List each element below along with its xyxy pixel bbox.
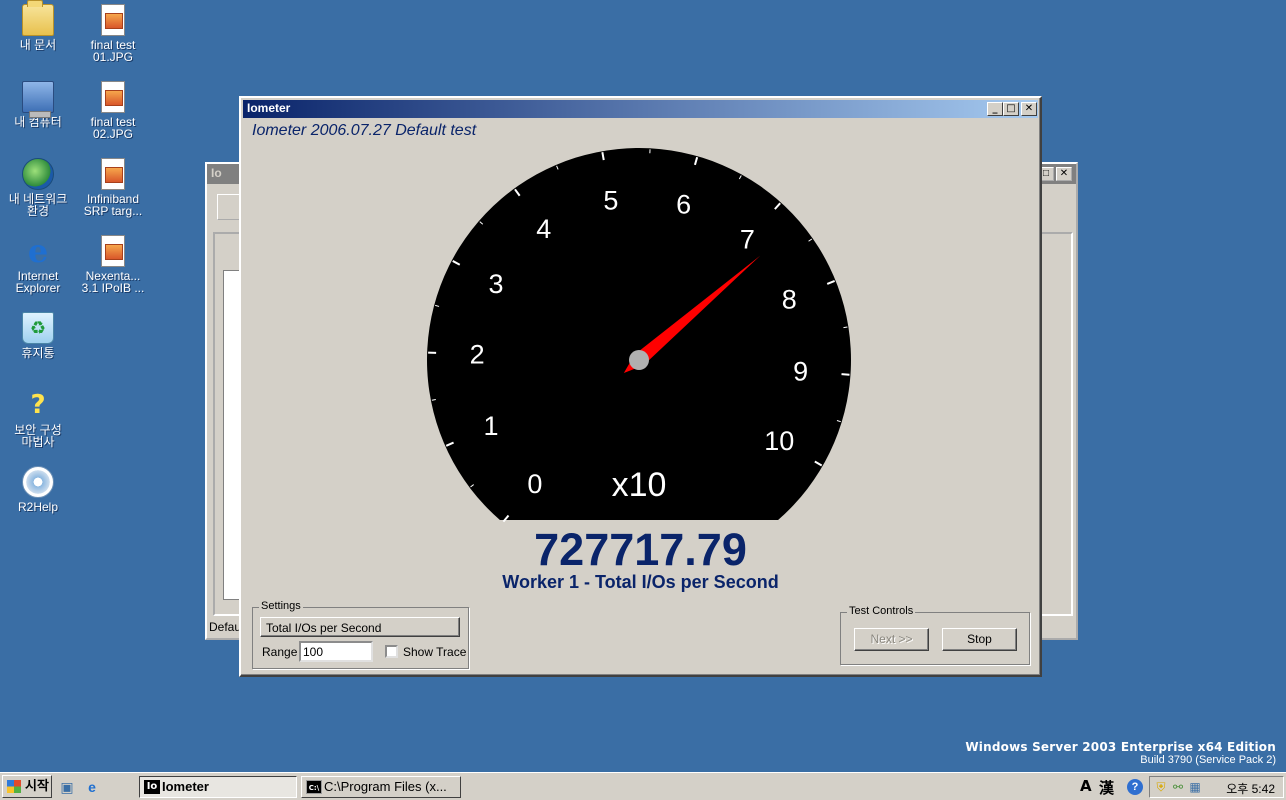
gauge-tick-label: 8 xyxy=(782,284,797,314)
test-controls-group: Test Controls Next >> Stop xyxy=(840,605,1030,665)
gauge-hub xyxy=(629,350,649,370)
desktop-icon-final-test-02[interactable]: final test 02.JPG xyxy=(75,81,151,140)
ie-quicklaunch-icon[interactable]: e xyxy=(84,779,100,795)
gauge-tick-label: 10 xyxy=(764,426,794,456)
gauge-major-tick xyxy=(841,373,850,376)
recycle-bin-icon: ♻ xyxy=(22,312,54,344)
display-tray-icon[interactable]: ▦ xyxy=(1188,780,1202,794)
iometer-meter-window[interactable]: Iometer _ □ ✕ Iometer 2006.07.27 Default… xyxy=(239,96,1042,677)
close-icon[interactable]: ✕ xyxy=(1056,167,1072,181)
range-input[interactable] xyxy=(299,641,373,662)
network-icon xyxy=(22,158,54,190)
metric-caption: Worker 1 - Total I/Os per Second xyxy=(502,572,779,592)
settings-group: Settings Total I/Os per Second Range Sho… xyxy=(252,600,469,669)
desktop-icon-label: 휴지통 xyxy=(21,346,55,360)
gauge-tick-label: 2 xyxy=(470,339,485,369)
show-trace-label: Show Trace xyxy=(403,645,467,659)
metric-selector-button[interactable]: Total I/Os per Second xyxy=(260,617,460,637)
desktop-icon-recycle-bin[interactable]: ♻ 휴지통 xyxy=(0,312,76,359)
network-tray-icon[interactable]: ⚯ xyxy=(1171,780,1185,794)
desktop-icon-internet-explorer[interactable]: e Internet Explorer xyxy=(0,235,76,294)
gauge-tick-label: 4 xyxy=(536,214,551,244)
desktop-icon-label: Nexenta... 3.1 IPoIB ... xyxy=(81,269,145,295)
desktop-icon-label: Internet Explorer xyxy=(15,269,61,295)
os-watermark: Windows Server 2003 Enterprise x64 Editi… xyxy=(965,740,1276,766)
metric-readout: 727717.79 xyxy=(534,524,747,575)
desktop-icon-my-computer[interactable]: 내 컴퓨터 xyxy=(0,81,76,128)
gauge-multiplier: x10 xyxy=(612,466,667,504)
help-icon xyxy=(22,466,54,498)
desktop-icon-label: Infiniband SRP targ... xyxy=(83,192,143,218)
desktop-icon-label: 내 문서 xyxy=(19,38,57,52)
ie-icon: e xyxy=(27,232,49,270)
gauge-tick-label: 3 xyxy=(488,269,503,299)
jpg-file-icon xyxy=(101,158,125,190)
jpg-file-icon xyxy=(101,4,125,36)
taskbar-item-iometer[interactable]: Io Iometer xyxy=(139,776,297,798)
gauge-minor-tick xyxy=(843,326,848,329)
gauge-tick-label: 7 xyxy=(740,225,755,255)
command-prompt-icon: C:\ xyxy=(306,780,322,794)
start-button[interactable]: 시작 xyxy=(2,775,52,798)
test-controls-group-label: Test Controls xyxy=(847,605,916,617)
security-wizard-icon: ? xyxy=(30,390,46,420)
ime-hanja-indicator[interactable]: 漢 xyxy=(1099,777,1114,798)
next-button[interactable]: Next >> xyxy=(854,628,929,651)
desktop-icon-label: 보안 구성 마법사 xyxy=(14,423,62,449)
jpg-file-icon xyxy=(101,235,125,267)
desktop-icon-network[interactable]: 내 네트워크 환경 xyxy=(0,158,76,217)
gauge-tick-label: 6 xyxy=(676,189,691,219)
desktop-icon-final-test-01[interactable]: final test 01.JPG xyxy=(75,4,151,63)
desktop-icon-label: final test 01.JPG xyxy=(90,38,136,64)
security-shield-icon[interactable]: ⛨ xyxy=(1154,780,1168,794)
desktop-icon-nexenta[interactable]: Nexenta... 3.1 IPoIB ... xyxy=(75,235,151,294)
taskbar-item-label: C:\Program Files (x... xyxy=(324,779,447,794)
jpg-file-icon xyxy=(101,81,125,113)
desktop-icon-security-wizard[interactable]: ? 보안 구성 마법사 xyxy=(0,389,76,448)
gauge-tick-label: 5 xyxy=(603,185,618,215)
range-label: Range xyxy=(262,645,298,659)
desktop-icon-my-documents[interactable]: 내 문서 xyxy=(0,0,76,52)
desktop-icon-label: final test 02.JPG xyxy=(90,115,136,141)
folder-icon xyxy=(22,0,54,36)
iometer-app-icon: Io xyxy=(144,780,160,794)
os-edition-text: Windows Server 2003 Enterprise x64 Editi… xyxy=(965,740,1276,754)
gauge-face xyxy=(427,148,851,520)
desktop-icon-infiniband[interactable]: Infiniband SRP targ... xyxy=(75,158,151,217)
help-icon[interactable]: ? xyxy=(1127,779,1143,795)
speedometer-gauge: 01 2 3 4 5 6 78 9 10 x10 xyxy=(427,148,851,523)
stop-button[interactable]: Stop xyxy=(942,628,1017,651)
settings-group-label: Settings xyxy=(259,600,303,612)
taskbar-item-label: Iometer xyxy=(162,779,209,794)
start-label: 시작 xyxy=(25,778,49,793)
ime-mode-indicator[interactable]: A xyxy=(1080,777,1092,795)
computer-icon xyxy=(22,81,54,118)
desktop-icon-label: R2Help xyxy=(17,500,59,514)
desktop-icon-r2help[interactable]: R2Help xyxy=(0,466,76,513)
system-clock: 오후 5:42 xyxy=(1226,782,1275,796)
show-trace-checkbox[interactable] xyxy=(385,645,398,658)
desktop-icon-label: 내 네트워크 환경 xyxy=(8,192,68,218)
gauge-major-tick xyxy=(601,152,605,161)
taskbar-item-cmd[interactable]: C:\ C:\Program Files (x... xyxy=(301,776,461,798)
show-desktop-icon[interactable]: ▣ xyxy=(59,779,75,795)
windows-flag-icon xyxy=(7,780,21,793)
gauge-tick-label: 0 xyxy=(527,469,542,499)
gauge-tick-label: 1 xyxy=(483,411,498,441)
gauge-tick-label: 9 xyxy=(793,356,808,386)
os-build-text: Build 3790 (Service Pack 2) xyxy=(1140,754,1276,766)
system-tray: ⛨ ⚯ ▦ 오후 5:42 xyxy=(1149,776,1284,798)
taskbar: 시작 ▣ e Io Iometer C:\ C:\Program Files (… xyxy=(0,772,1286,800)
